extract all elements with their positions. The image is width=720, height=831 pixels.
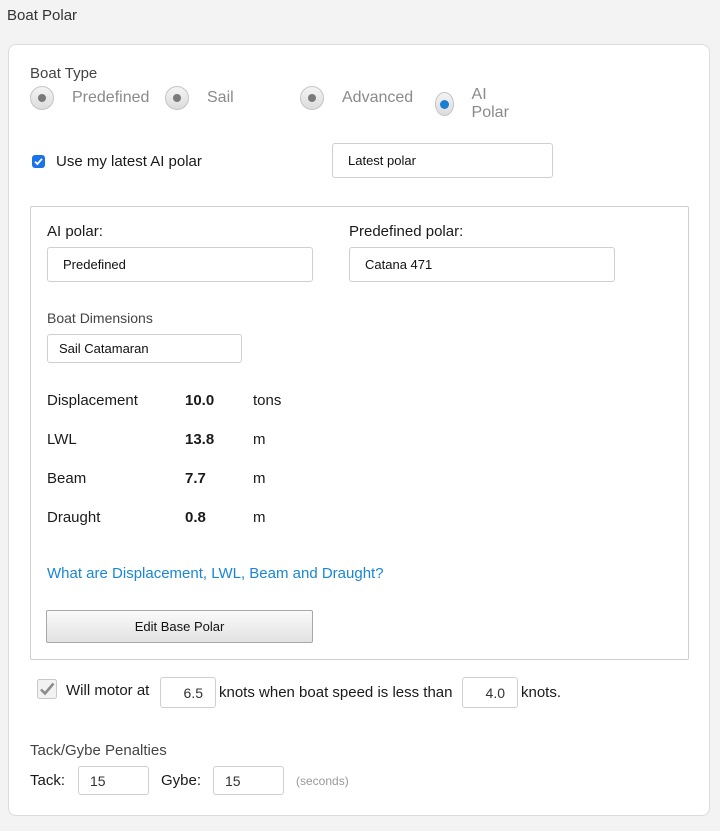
beam-value: 7.7 [185, 470, 206, 487]
motor-text-middle: knots when boat speed is less than [219, 684, 453, 701]
lwl-value: 13.8 [185, 431, 215, 448]
page-title: Boat Polar [7, 7, 78, 24]
radio-ai-polar[interactable]: AI Polar [435, 86, 514, 122]
predefined-polar-select[interactable]: Catana 471 [349, 247, 615, 282]
motor-speed-input[interactable]: 6.5 [160, 677, 216, 708]
use-latest-ai-checkbox[interactable] [32, 155, 45, 168]
radio-advanced[interactable]: Advanced [300, 86, 413, 110]
penalties-label: Tack/Gybe Penalties [30, 742, 167, 759]
radio-label: AI Polar [471, 86, 509, 121]
beam-label: Beam [47, 470, 87, 487]
lwl-label: LWL [47, 431, 77, 448]
beam-unit: m [253, 470, 266, 487]
edit-base-polar-button[interactable]: Edit Base Polar [46, 610, 313, 643]
ai-polar-select[interactable]: Predefined [47, 247, 313, 282]
motor-text-suffix: knots. [521, 684, 562, 701]
tack-penalty-input[interactable]: 15 [78, 766, 149, 795]
radio-label: Sail [207, 89, 234, 106]
displacement-unit: tons [253, 392, 282, 409]
boat-class-select[interactable]: Sail Catamaran [47, 334, 242, 363]
boat-type-label: Boat Type [30, 65, 98, 82]
radio-indicator [435, 92, 454, 116]
motor-checkbox[interactable] [37, 679, 57, 704]
draught-label: Draught [47, 509, 101, 526]
lwl-unit: m [253, 431, 266, 448]
radio-indicator [165, 86, 189, 110]
penalties-unit: (seconds) [296, 774, 349, 788]
draught-value: 0.8 [185, 509, 206, 526]
tack-label: Tack: [30, 772, 66, 789]
gybe-label: Gybe: [161, 772, 202, 789]
displacement-label: Displacement [47, 392, 138, 409]
motor-text-prefix: Will motor at [66, 682, 150, 699]
radio-predefined[interactable]: Predefined [30, 86, 149, 110]
check-icon [37, 679, 57, 699]
boat-dimensions-label: Boat Dimensions [47, 310, 153, 326]
draught-unit: m [253, 509, 266, 526]
boat-speed-threshold-input[interactable]: 4.0 [462, 677, 518, 708]
displacement-value: 10.0 [185, 392, 215, 409]
radio-label: Predefined [72, 89, 150, 106]
dimensions-help-link[interactable]: What are Displacement, LWL, Beam and Dra… [47, 565, 384, 582]
radio-label: Advanced [342, 89, 414, 106]
radio-sail[interactable]: Sail [165, 86, 234, 110]
predefined-polar-label: Predefined polar: [349, 223, 464, 240]
radio-indicator [300, 86, 324, 110]
check-icon [34, 158, 43, 166]
ai-polar-label: AI polar: [47, 223, 103, 240]
use-latest-ai-label: Use my latest AI polar [56, 153, 202, 170]
use-latest-ai-row: Use my latest AI polar [32, 153, 202, 170]
latest-polar-select[interactable]: Latest polar [332, 143, 553, 178]
radio-indicator [30, 86, 54, 110]
gybe-penalty-input[interactable]: 15 [213, 766, 284, 795]
